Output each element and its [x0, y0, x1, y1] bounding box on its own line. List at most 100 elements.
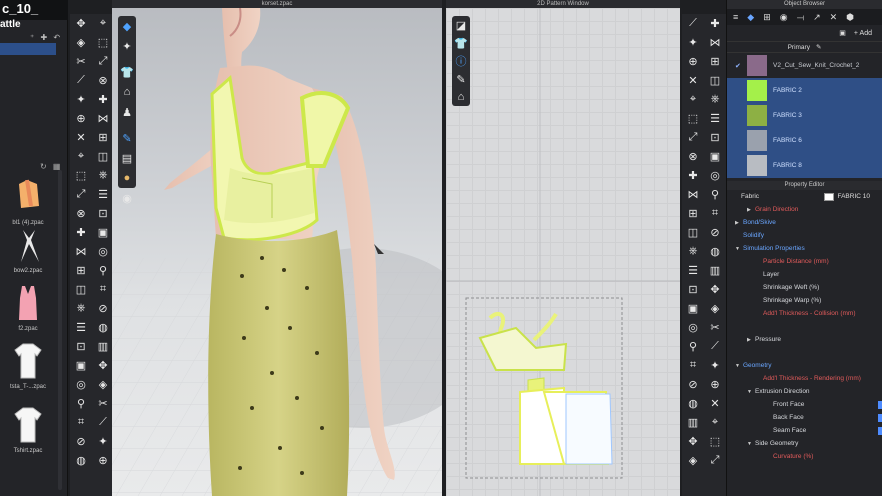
render-sphere-icon[interactable]: ◉ [118, 188, 136, 208]
tool-icon[interactable]: ✚ [70, 223, 92, 242]
tape-tab-icon[interactable]: ✕ [830, 12, 838, 23]
tool-icon[interactable]: ⊕ [70, 109, 92, 128]
tool-icon[interactable]: ⤢ [682, 128, 704, 147]
hanger-icon[interactable]: ⌂ [118, 82, 136, 102]
property-row[interactable]: ▶ Bond/Skive [727, 216, 882, 229]
edit-icon[interactable]: ✎ [816, 43, 821, 51]
tool-icon[interactable]: ▣ [70, 356, 92, 375]
list-icon[interactable]: ≡ [733, 12, 738, 22]
pattern-view-icon[interactable]: ◪ [452, 16, 470, 34]
property-row[interactable]: Particle Distance (mm) [727, 255, 882, 268]
tool-icon[interactable]: ⊘ [92, 299, 114, 318]
fabric-item[interactable]: FABRIC 6 [727, 128, 882, 153]
fabric-item[interactable]: FABRIC 8 [727, 153, 882, 178]
tool-icon[interactable]: ◈ [682, 451, 704, 470]
shirt-outline-icon[interactable]: 👕 [452, 34, 470, 52]
tool-icon[interactable]: ⊗ [92, 71, 114, 90]
library-scrollbar[interactable] [58, 170, 62, 490]
collapse-arrow-icon[interactable]: ▼ [747, 389, 755, 395]
tool-icon[interactable]: ⋈ [682, 185, 704, 204]
tool-icon[interactable]: ⊘ [704, 223, 726, 242]
property-row[interactable]: ▼ Extrusion Direction [727, 385, 882, 398]
property-row[interactable]: Add'l Thickness - Rendering (mm) [727, 372, 882, 385]
tool-icon[interactable]: ⊡ [704, 128, 726, 147]
add-button[interactable]: + Add [854, 30, 872, 37]
pin-tab-icon[interactable]: ↗ [813, 12, 821, 23]
tool-icon[interactable]: ⊞ [92, 128, 114, 147]
tool-icon[interactable]: ⬚ [70, 166, 92, 185]
expand-arrow-icon[interactable]: ▶ [747, 337, 755, 343]
tool-icon[interactable]: ⚲ [92, 261, 114, 280]
avatar-view-icon[interactable]: ◆ [118, 16, 136, 36]
face-checkbox[interactable] [878, 413, 882, 422]
tool-icon[interactable]: ◍ [70, 451, 92, 470]
tool-icon[interactable]: ▣ [704, 147, 726, 166]
tool-icon[interactable]: ⟋ [682, 14, 704, 33]
tool-icon[interactable]: ⌖ [704, 413, 726, 432]
tool-icon[interactable]: ⎈ [682, 242, 704, 261]
zipper-tab-icon[interactable]: ⟞ [797, 12, 804, 23]
tool-icon[interactable]: ⊕ [682, 52, 704, 71]
tool-icon[interactable]: ⌖ [682, 90, 704, 109]
trim-tab-icon[interactable]: ◉ [780, 12, 788, 23]
fabric-item[interactable]: ✔ V2_Cut_Sew_Knit_Crochet_2 [727, 53, 882, 78]
tool-icon[interactable]: ✥ [704, 280, 726, 299]
property-row[interactable] [727, 346, 882, 359]
tool-icon[interactable]: ✥ [92, 356, 114, 375]
tool-icon[interactable]: ⊞ [682, 204, 704, 223]
tool-icon[interactable]: ⋈ [704, 33, 726, 52]
tool-icon[interactable]: ☰ [92, 185, 114, 204]
viewport-2d[interactable] [446, 8, 680, 496]
tool-icon[interactable]: ✚ [92, 90, 114, 109]
library-item[interactable]: tsta_T-...zpac [0, 340, 56, 390]
hanger-outline-icon[interactable]: ⌂ [452, 88, 470, 106]
tool-icon[interactable]: ✦ [704, 356, 726, 375]
property-row[interactable]: Solidify [727, 229, 882, 242]
tool-icon[interactable]: ✦ [92, 432, 114, 451]
collapse-arrow-icon[interactable]: ▼ [735, 246, 743, 252]
library-item[interactable]: bow2.zpac [0, 224, 56, 274]
tool-icon[interactable]: ⌗ [704, 204, 726, 223]
tool-icon[interactable]: ⊡ [682, 280, 704, 299]
tool-icon[interactable]: ◎ [92, 242, 114, 261]
primary-colorway[interactable]: Primary ✎ [727, 41, 882, 53]
tool-icon[interactable]: ✚ [682, 166, 704, 185]
property-row[interactable] [727, 320, 882, 333]
tool-icon[interactable]: ⚲ [682, 337, 704, 356]
tool-icon[interactable]: ⟋ [70, 71, 92, 90]
tool-icon[interactable]: ⋈ [92, 109, 114, 128]
expand-arrow-icon[interactable]: ▶ [735, 220, 743, 226]
property-row[interactable]: Curvature (%) [727, 450, 882, 463]
info-icon[interactable]: ⓘ [452, 52, 470, 70]
tool-icon[interactable]: ✂ [704, 318, 726, 337]
shirt-icon[interactable]: 👕 [118, 62, 136, 82]
tool-icon[interactable]: ⌗ [70, 413, 92, 432]
fabric-selector[interactable]: FABRIC 10 [824, 192, 870, 201]
property-row[interactable]: Shrinkage Warp (%) [727, 294, 882, 307]
face-checkbox[interactable] [878, 400, 882, 409]
tool-icon[interactable]: ⊞ [70, 261, 92, 280]
tool-icon[interactable]: ✕ [682, 71, 704, 90]
tool-icon[interactable]: ◍ [92, 318, 114, 337]
tool-icon[interactable]: ◫ [704, 71, 726, 90]
texture-icon[interactable]: ▤ [118, 148, 136, 168]
tool-icon[interactable]: ⊗ [682, 147, 704, 166]
tool-icon[interactable]: ⚲ [704, 185, 726, 204]
tool-icon[interactable]: ◎ [70, 375, 92, 394]
tool-icon[interactable]: ◈ [92, 375, 114, 394]
tool-icon[interactable]: ⊘ [70, 432, 92, 451]
tool-icon[interactable]: ◫ [682, 223, 704, 242]
tool-icon[interactable]: ⊘ [682, 375, 704, 394]
tool-icon[interactable]: ⌗ [92, 280, 114, 299]
face-checkbox[interactable] [878, 426, 882, 435]
button-tab-icon[interactable]: ⊞ [763, 12, 771, 23]
property-row[interactable]: ▼ Simulation Properties [727, 242, 882, 255]
property-row[interactable]: Front Face [727, 398, 882, 411]
tool-icon[interactable]: ☰ [70, 318, 92, 337]
expand-arrow-icon[interactable]: ▶ [747, 207, 755, 213]
tool-icon[interactable]: ⟋ [704, 337, 726, 356]
tool-icon[interactable]: ⌖ [70, 147, 92, 166]
tool-icon[interactable]: ◍ [704, 242, 726, 261]
property-row[interactable]: ▼ Side Geometry [727, 437, 882, 450]
tool-icon[interactable]: ✕ [70, 128, 92, 147]
